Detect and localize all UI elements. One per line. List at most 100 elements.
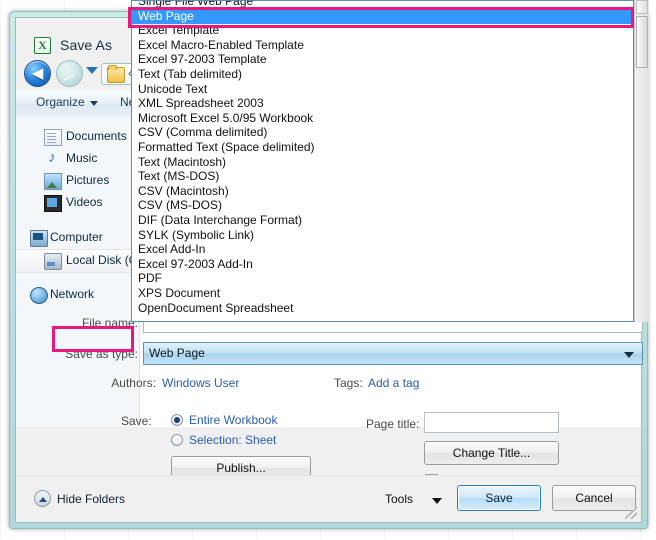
dropdown-option[interactable]: Excel Template xyxy=(132,23,634,38)
save-as-type-label: Save as type: xyxy=(26,347,138,361)
chevron-down-icon[interactable] xyxy=(90,101,98,106)
nav-pane-item-pictures[interactable]: Pictures xyxy=(16,170,139,192)
music-icon: ♪ xyxy=(44,151,60,166)
dropdown-option-label: CSV (Comma delimited) xyxy=(138,125,267,139)
save-as-type-dropdown-list[interactable]: Single File Web PageWeb PageExcel Templa… xyxy=(131,0,634,322)
dropdown-option[interactable]: Microsoft Excel 5.0/95 Workbook xyxy=(132,111,634,126)
dropdown-option-label: Web Page xyxy=(138,9,194,23)
videos-icon xyxy=(44,195,62,212)
change-title-button[interactable]: Change Title... xyxy=(424,441,559,465)
dropdown-option-label: Text (Macintosh) xyxy=(138,155,226,169)
scrollbar-up-button[interactable] xyxy=(636,0,648,14)
dropdown-option-label: Single File Web Page xyxy=(138,0,253,8)
save-as-type-value: Web Page xyxy=(149,346,205,360)
tags-label: Tags: xyxy=(334,376,363,390)
chevron-down-icon[interactable] xyxy=(432,498,442,504)
dropdown-option-label: OpenDocument Spreadsheet xyxy=(138,301,293,315)
save-options-label: Save: xyxy=(121,414,152,428)
forward-arrow-glyph: ▶ xyxy=(57,61,82,86)
page-title-input[interactable] xyxy=(424,412,559,433)
dropdown-option[interactable]: Excel 97-2003 Add-In xyxy=(132,257,634,272)
page-title: Save As xyxy=(60,37,112,53)
dropdown-option[interactable]: CSV (Macintosh) xyxy=(132,184,634,199)
back-arrow-icon[interactable]: ◀ xyxy=(24,60,51,87)
nav-pane-item-label: Documents xyxy=(66,129,127,143)
dropdown-option[interactable]: Excel Add-In xyxy=(132,242,634,257)
nav-pane-item-computer[interactable]: Computer xyxy=(16,227,139,249)
nav-pane-item-local-disk-c[interactable]: Local Disk (C:) xyxy=(16,249,139,273)
radio-selection-sheet-indicator[interactable] xyxy=(171,434,183,446)
dropdown-option-label: DIF (Data Interchange Format) xyxy=(138,213,302,227)
dropdown-option-label: Excel Macro-Enabled Template xyxy=(138,38,304,52)
dropdown-option-label: Excel 97-2003 Add-In xyxy=(138,257,253,271)
dropdown-option[interactable]: OpenDocument Spreadsheet xyxy=(132,301,634,316)
nav-pane-item-documents[interactable]: Documents xyxy=(16,126,139,148)
cancel-button[interactable]: Cancel xyxy=(552,485,636,511)
nav-pane-item-videos[interactable]: Videos xyxy=(16,192,139,214)
page-title-label: Page title: xyxy=(366,417,419,431)
nav-pane-item-network[interactable]: Network xyxy=(16,284,139,306)
dropdown-option-label: Text (MS-DOS) xyxy=(138,169,219,183)
folder-icon xyxy=(107,67,125,83)
nav-pane-item-label: Music xyxy=(66,151,97,165)
dropdown-option[interactable]: PDF xyxy=(132,271,634,286)
dropdown-option[interactable]: Unicode Text xyxy=(132,82,634,97)
dropdown-option[interactable]: Text (Tab delimited) xyxy=(132,67,634,82)
scrollbar-thumb[interactable] xyxy=(636,16,648,68)
dialog-footer: Hide Folders Tools Save Cancel xyxy=(16,475,641,522)
collapse-triangle-icon[interactable] xyxy=(34,490,51,507)
nav-pane-item-label: Computer xyxy=(50,230,103,244)
dropdown-option-label: Excel Template xyxy=(138,23,219,37)
dropdown-option-label: Microsoft Excel 5.0/95 Workbook xyxy=(138,111,313,125)
dropdown-option[interactable]: Text (Macintosh) xyxy=(132,155,634,170)
dropdown-option[interactable]: SYLK (Symbolic Link) xyxy=(132,228,634,243)
file-name-label: File name: xyxy=(26,316,138,330)
authors-label: Authors: xyxy=(26,376,156,390)
resize-grip-icon[interactable] xyxy=(625,507,637,519)
pictures-icon xyxy=(44,173,62,190)
authors-value[interactable]: Windows User xyxy=(162,376,239,390)
nav-pane-item-label: Pictures xyxy=(66,173,109,187)
documents-icon xyxy=(44,129,62,146)
dropdown-option[interactable]: XML Spreadsheet 2003 xyxy=(132,96,634,111)
dropdown-option-label: XML Spreadsheet 2003 xyxy=(138,96,264,110)
dropdown-option[interactable]: DIF (Data Interchange Format) xyxy=(132,213,634,228)
dropdown-option[interactable]: CSV (Comma delimited) xyxy=(132,125,634,140)
dropdown-option-label: Excel Add-In xyxy=(138,242,205,256)
radio-selection-sheet-label: Selection: Sheet xyxy=(189,433,276,447)
excel-icon: X xyxy=(34,37,51,54)
hide-folders-button[interactable]: Hide Folders xyxy=(57,492,125,506)
dropdown-option[interactable]: Text (MS-DOS) xyxy=(132,169,634,184)
dropdown-option[interactable]: Formatted Text (Space delimited) xyxy=(132,140,634,155)
back-arrow-glyph: ◀ xyxy=(25,61,50,86)
radio-entire-workbook-indicator[interactable] xyxy=(171,414,183,426)
nav-pane-item-music[interactable]: ♪ Music xyxy=(16,148,139,170)
dropdown-option[interactable]: XPS Document xyxy=(132,286,634,301)
dropdown-option-label: Unicode Text xyxy=(138,82,207,96)
organize-button[interactable]: Organize xyxy=(36,95,85,109)
computer-icon xyxy=(30,230,48,247)
nav-pane-item-label: Network xyxy=(50,287,94,301)
dropdown-option-label: CSV (MS-DOS) xyxy=(138,198,222,212)
save-as-type-combobox[interactable]: Web Page xyxy=(143,342,643,365)
forward-arrow-icon[interactable]: ▶ xyxy=(56,60,83,87)
dropdown-option[interactable]: Web Page xyxy=(132,9,634,24)
dropdown-scrollbar[interactable] xyxy=(634,0,649,322)
tools-button[interactable]: Tools xyxy=(385,492,413,506)
save-button[interactable]: Save xyxy=(457,485,541,511)
network-icon xyxy=(30,287,48,304)
dropdown-option[interactable]: Excel Macro-Enabled Template xyxy=(132,38,634,53)
radio-entire-workbook-label: Entire Workbook xyxy=(189,413,277,427)
dropdown-option[interactable]: CSV (MS-DOS) xyxy=(132,198,634,213)
dropdown-option-label: CSV (Macintosh) xyxy=(138,184,229,198)
dropdown-option-label: SYLK (Symbolic Link) xyxy=(138,228,254,242)
grid-line xyxy=(0,0,1,540)
nav-pane-item-label: Videos xyxy=(66,195,102,209)
dropdown-option[interactable]: Excel 97-2003 Template xyxy=(132,52,634,67)
dropdown-option-label: Text (Tab delimited) xyxy=(138,67,242,81)
chevron-down-icon[interactable] xyxy=(624,352,634,358)
dropdown-option-label: Formatted Text (Space delimited) xyxy=(138,140,315,154)
disk-icon xyxy=(44,253,62,270)
add-a-tag-link[interactable]: Add a tag xyxy=(368,376,419,390)
history-dropdown-icon[interactable] xyxy=(86,67,98,74)
